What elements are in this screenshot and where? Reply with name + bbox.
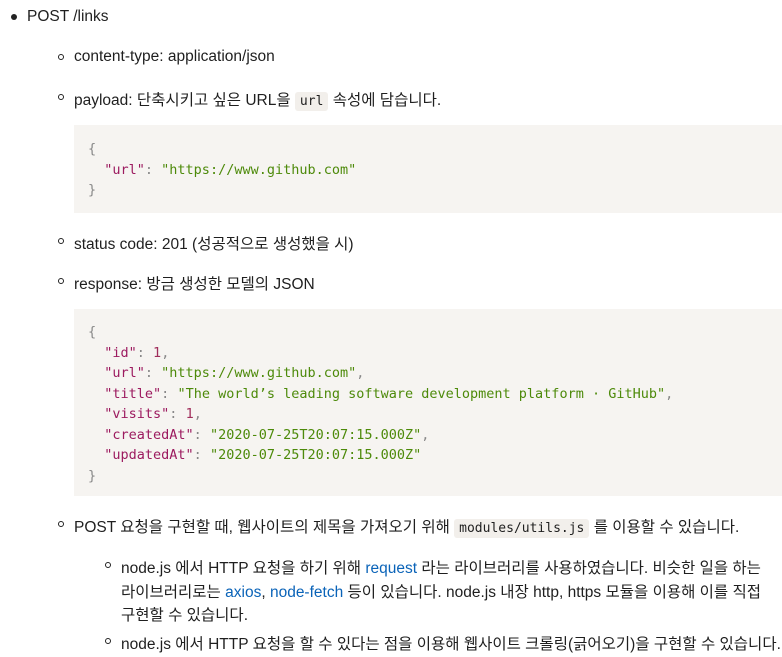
link-request[interactable]: request <box>365 560 417 577</box>
brace-close: } <box>88 182 97 198</box>
sub1-line2: 라이브러리로는 axios, node-fetch 등이 있습니다. node.… <box>121 580 761 602</box>
json-value: "2020-07-25T20:07:15.000Z" <box>209 447 422 463</box>
list-bullet <box>105 638 111 644</box>
json-value: "https://www.github.com" <box>161 161 357 178</box>
payload-json: { "url": "https://www.github.com" } <box>88 141 357 198</box>
json-colon: : <box>169 406 186 422</box>
list-bullet <box>58 521 64 527</box>
json-value: "https://www.github.com" <box>161 365 357 381</box>
payload-prefix: payload: 단축시키고 싶은 URL을 <box>74 92 291 109</box>
json-comma: , <box>161 344 170 361</box>
sub1-text-c: 라이브러리로는 <box>121 584 221 601</box>
json-comma: , <box>356 365 365 381</box>
response-code-block: { "id": 1, "url": "https://www.github.co… <box>74 309 782 496</box>
json-key: "title" <box>104 385 162 402</box>
list-bullet <box>11 14 17 20</box>
json-key: "url" <box>104 161 145 178</box>
endpoint-title: POST /links <box>27 8 109 25</box>
inline-code-utils: modules/utils.js <box>454 519 590 538</box>
json-value: "2020-07-25T20:07:15.000Z" <box>209 426 422 443</box>
status-text: status code: 201 (성공적으로 생성했을 시) <box>74 236 354 253</box>
list-bullet <box>105 562 111 568</box>
json-key: "updatedAt" <box>104 447 194 463</box>
post-note-suffix: 를 이용할 수 있습니다. <box>593 519 740 536</box>
response-json: { "id": 1, "url": "https://www.github.co… <box>88 322 673 486</box>
json-colon: : <box>136 344 154 361</box>
sub1-line3: 구현할 수 있습니다. <box>121 607 248 624</box>
payload-suffix: 속성에 담습니다. <box>332 92 442 109</box>
link-axios[interactable]: axios <box>225 584 261 601</box>
content-type-text: content-type: application/json <box>74 48 275 65</box>
json-comma: , <box>665 385 674 402</box>
link-node-fetch[interactable]: node-fetch <box>270 584 343 601</box>
list-bullet <box>58 238 64 244</box>
payload-code-block: { "url": "https://www.github.com" } <box>74 125 782 213</box>
post-note-text: POST 요청을 구현할 때, 웹사이트의 제목을 가져오기 위해 module… <box>74 515 740 538</box>
json-colon: : <box>193 426 210 443</box>
sub1-line1: node.js 에서 HTTP 요청을 하기 위해 request 라는 라이브… <box>121 556 761 578</box>
json-value: 1 <box>153 344 162 361</box>
inline-code-url: url <box>294 92 329 111</box>
json-key: "id" <box>104 344 137 361</box>
json-colon: : <box>161 385 178 402</box>
json-colon: : <box>144 365 162 381</box>
json-key: "createdAt" <box>104 426 194 443</box>
list-bullet <box>58 54 64 60</box>
sub2-text: node.js 에서 HTTP 요청을 할 수 있다는 점을 이용해 웹사이트 … <box>121 636 781 653</box>
list-bullet <box>58 94 64 100</box>
json-comma: , <box>421 426 430 443</box>
sub1-comma: , <box>261 584 266 601</box>
post-note-prefix: POST 요청을 구현할 때, 웹사이트의 제목을 가져오기 위해 <box>74 519 450 536</box>
json-value: "The world’s leading software developmen… <box>177 385 666 402</box>
sub1-text-b: 라는 라이브러리를 사용하였습니다. 비슷한 일을 하는 <box>421 560 761 577</box>
payload-text: payload: 단축시키고 싶은 URL을 url 속성에 담습니다. <box>74 88 442 111</box>
brace-close: } <box>88 467 97 484</box>
response-label: response: 방금 생성한 모델의 JSON <box>74 276 315 293</box>
json-comma: , <box>193 406 202 422</box>
json-key: "visits" <box>104 406 170 422</box>
json-colon: : <box>193 447 210 463</box>
brace-open: { <box>88 324 97 340</box>
json-key: "url" <box>104 365 145 381</box>
sub1-text-d: 등이 있습니다. node.js 내장 http, https 모듈을 이용해 … <box>347 584 762 601</box>
json-value: 1 <box>185 406 194 422</box>
list-bullet <box>58 278 64 284</box>
brace-open: { <box>88 141 97 157</box>
sub1-text-a: node.js 에서 HTTP 요청을 하기 위해 <box>121 560 362 577</box>
